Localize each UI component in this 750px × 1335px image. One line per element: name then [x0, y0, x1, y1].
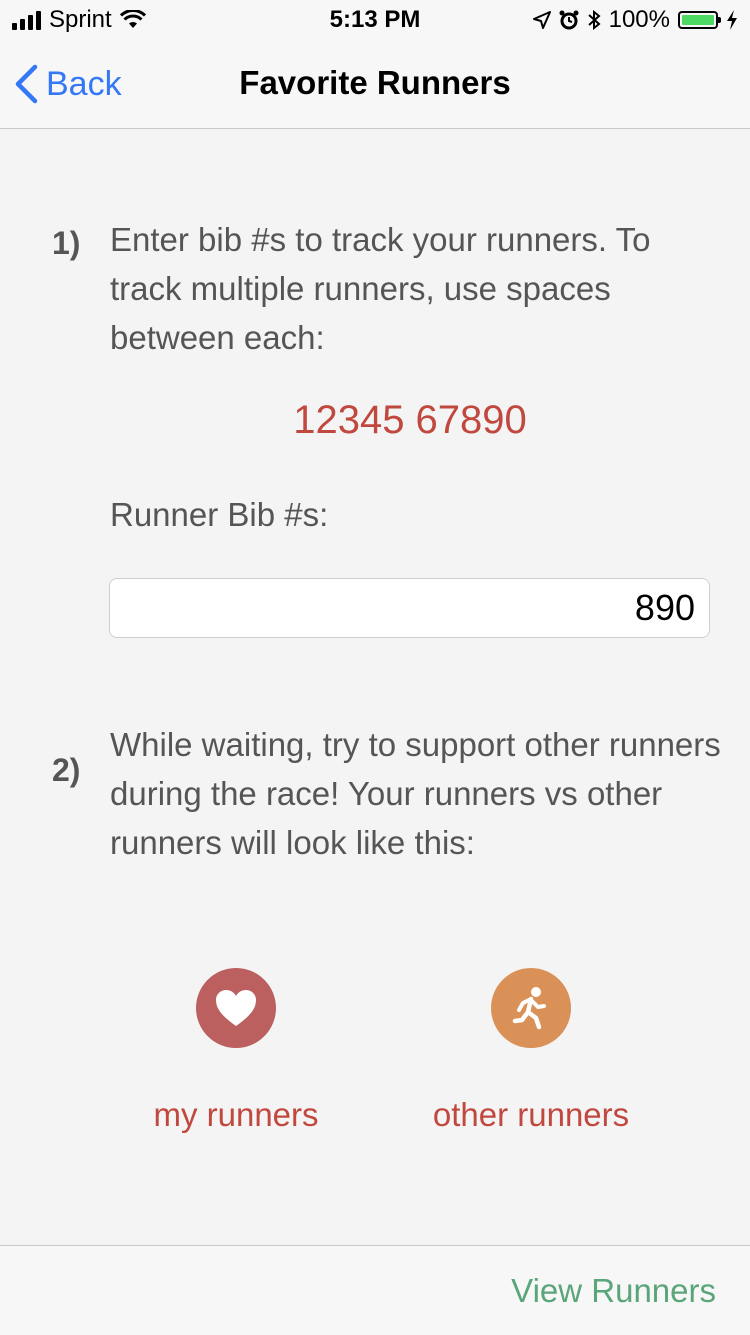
my-runners-heart-icon [196, 968, 276, 1048]
location-icon [532, 11, 551, 29]
alarm-icon [559, 10, 579, 30]
step-2-number: 2) [52, 752, 81, 788]
nav-bar: Back Favorite Runners [0, 40, 750, 129]
my-runners-label: my runners [153, 1096, 319, 1133]
step-1-number: 1) [52, 225, 81, 261]
heart-icon [216, 990, 256, 1026]
bottom-toolbar: View Runners [0, 1245, 750, 1335]
page-title: Favorite Runners [239, 64, 511, 101]
view-runners-button[interactable]: View Runners [511, 1272, 716, 1310]
status-right: 100% [532, 6, 738, 34]
battery-percent: 100% [608, 6, 670, 33]
other-runners-label: other runners [432, 1096, 630, 1133]
status-bar: Sprint 5:13 PM 100% [0, 0, 750, 40]
bib-input-label: Runner Bib #s: [110, 496, 329, 533]
battery-icon [678, 11, 721, 29]
charging-icon [727, 10, 737, 30]
runner-icon [512, 987, 546, 1030]
bib-input[interactable] [109, 578, 710, 638]
bib-example: 12345 67890 [293, 398, 527, 442]
bluetooth-icon [587, 10, 601, 30]
step-1-instructions: Enter bib #s to track your runners. To t… [110, 221, 651, 356]
other-runners-runner-icon [491, 968, 571, 1048]
step-2-instructions: While waiting, try to support other runn… [110, 726, 721, 861]
